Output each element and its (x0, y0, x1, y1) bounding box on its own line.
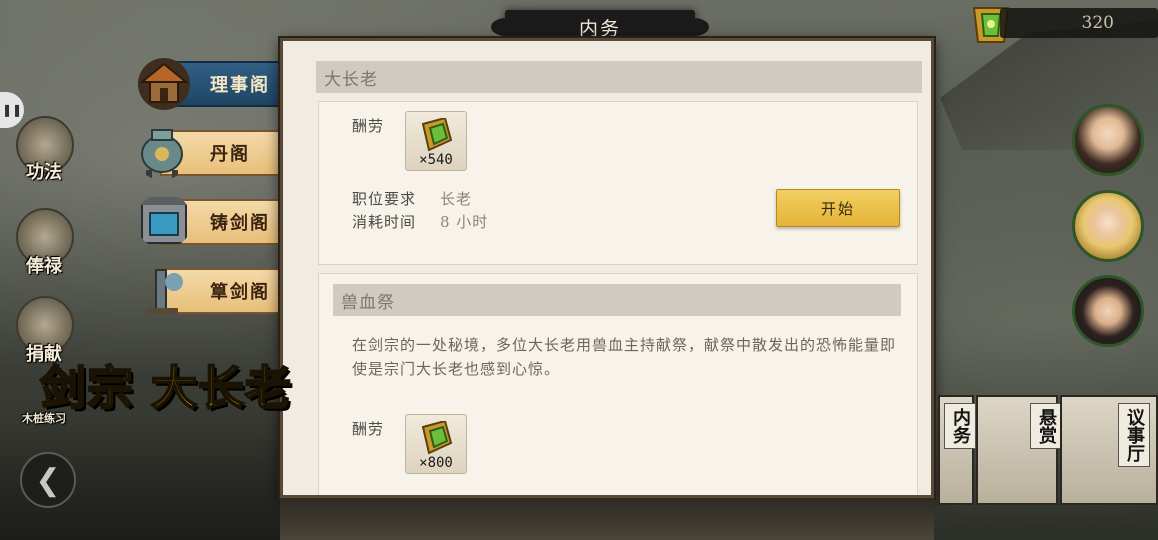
task2-description: 在剑宗的一处秘境，多位大长老用兽血主持献祭，献祭中散发出的恐怖能量即使是宗门大长… (352, 336, 897, 378)
disciple-portrait-2[interactable] (1072, 190, 1144, 262)
task1-reward-item[interactable]: ×540 (405, 111, 467, 171)
task1-time-value: 8 小时 (440, 213, 489, 231)
cauldron-icon (141, 129, 183, 178)
jade-token-icon (421, 118, 453, 152)
start-button[interactable]: 开始 (776, 189, 900, 227)
chevron-left-icon: ❮ (35, 462, 61, 498)
card-xuanshang-label: 悬赏 (1030, 403, 1062, 449)
task1-time-label: 消耗时间 (352, 213, 417, 231)
tab-label: 理事阁 (210, 75, 270, 96)
card-neiwu[interactable]: 内务 (938, 395, 976, 505)
overlay-caption: 剑宗 大长老 (39, 360, 293, 416)
task2-reward-qty: ×800 (419, 455, 453, 471)
card-yishiting[interactable]: 议事厅 (1060, 395, 1158, 505)
sword-tree-icon (146, 269, 183, 314)
task1-reward-qty: ×540 (419, 152, 453, 168)
card-neiwu-label: 内务 (944, 403, 976, 449)
disciple-portrait-1[interactable] (1072, 104, 1144, 176)
task1-reward-label: 酬劳 (352, 117, 385, 135)
side-nav-gongfa[interactable]: 功法 (26, 158, 62, 184)
jade-token-icon (421, 421, 453, 455)
pause-icon: ❚❚ (1, 103, 23, 117)
back-button[interactable]: ❮ (20, 452, 76, 508)
bottom-strip (280, 498, 934, 540)
forge-icon (140, 197, 188, 244)
task2-section-title: 兽血祭 (333, 284, 901, 316)
disciple-portrait-3[interactable] (1072, 275, 1144, 347)
card-yishiting-label: 议事厅 (1118, 403, 1150, 467)
task1-req-value: 长老 (440, 190, 473, 208)
tab-label: 铸剑阁 (210, 213, 270, 234)
pavilion-icon (138, 58, 190, 110)
task1-req-label: 职位要求 (352, 190, 417, 208)
task2-reward-item[interactable]: ×800 (405, 414, 467, 474)
task2-reward-label: 酬劳 (352, 420, 385, 438)
side-nav-fenglu[interactable]: 俸禄 (26, 252, 62, 278)
task1-section-title: 大长老 (316, 61, 922, 93)
card-xuanshang[interactable]: 悬赏 (976, 395, 1062, 505)
currency-amount: 320 (1000, 8, 1158, 38)
tab-label: 筸剑阁 (210, 282, 270, 303)
tab-label: 丹阁 (210, 144, 250, 165)
